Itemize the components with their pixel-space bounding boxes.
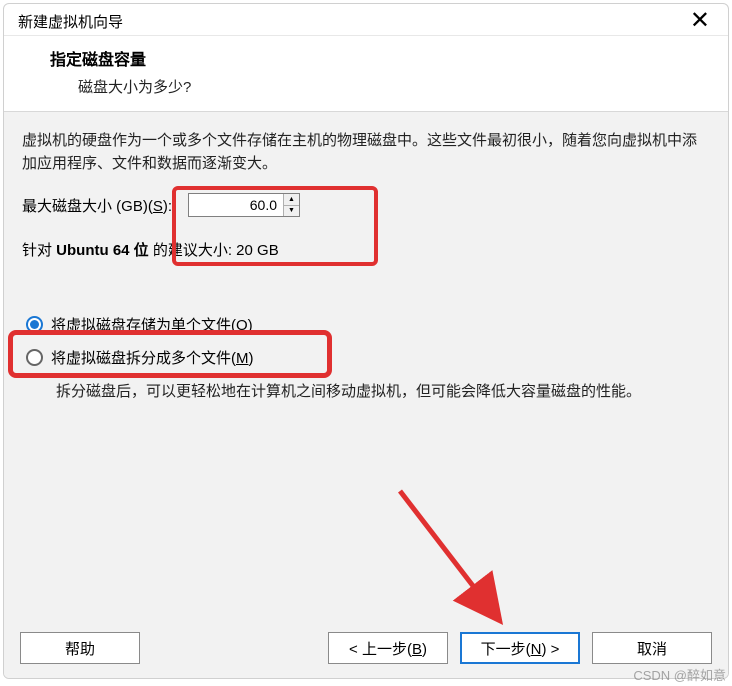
header-title: 指定磁盘容量 [50,46,710,70]
close-icon[interactable]: ✕ [684,9,716,33]
wizard-footer: 帮助 < 上一步(B) 下一步(N) > 取消 [4,620,728,678]
radio-single-file[interactable]: 将虚拟磁盘存储为单个文件(O) [22,308,710,341]
next-button[interactable]: 下一步(N) > [460,632,580,664]
titlebar: 新建虚拟机向导 ✕ [4,4,728,36]
wizard-dialog: 新建虚拟机向导 ✕ 指定磁盘容量 磁盘大小为多少? 虚拟机的硬盘作为一个或多个文… [3,3,729,679]
radio-icon[interactable] [26,349,43,366]
disk-size-row: 最大磁盘大小 (GB)(S): ▲ ▼ [22,193,710,217]
description-text: 虚拟机的硬盘作为一个或多个文件存储在主机的物理磁盘中。这些文件最初很小，随着您向… [22,130,710,175]
disk-size-spinner[interactable]: ▲ ▼ [188,193,300,217]
watermark-text: CSDN @醉如意 [633,665,726,684]
recommended-size-text: 针对 Ubuntu 64 位 的建议大小: 20 GB [22,239,710,260]
radio-split-files[interactable]: 将虚拟磁盘拆分成多个文件(M) [22,341,710,374]
wizard-header: 指定磁盘容量 磁盘大小为多少? [4,36,728,112]
radio-split-note: 拆分磁盘后，可以更轻松地在计算机之间移动虚拟机，但可能会降低大容量磁盘的性能。 [56,380,710,403]
radio-single-label: 将虚拟磁盘存储为单个文件(O) [51,314,253,335]
radio-icon[interactable] [26,316,43,333]
spinner-down-icon[interactable]: ▼ [284,206,299,217]
spinner-up-icon[interactable]: ▲ [284,194,299,206]
disk-split-radio-group: 将虚拟磁盘存储为单个文件(O) 将虚拟磁盘拆分成多个文件(M) 拆分磁盘后，可以… [22,308,710,403]
cancel-button[interactable]: 取消 [592,632,712,664]
back-button[interactable]: < 上一步(B) [328,632,448,664]
disk-size-label: 最大磁盘大小 (GB)(S): [22,195,172,216]
help-button[interactable]: 帮助 [20,632,140,664]
wizard-content: 虚拟机的硬盘作为一个或多个文件存储在主机的物理磁盘中。这些文件最初很小，随着您向… [4,112,728,620]
radio-split-label: 将虚拟磁盘拆分成多个文件(M) [51,347,254,368]
window-title: 新建虚拟机向导 [18,11,123,32]
header-subtitle: 磁盘大小为多少? [78,76,710,97]
disk-size-input[interactable] [189,194,283,216]
spinner-buttons: ▲ ▼ [283,194,299,216]
